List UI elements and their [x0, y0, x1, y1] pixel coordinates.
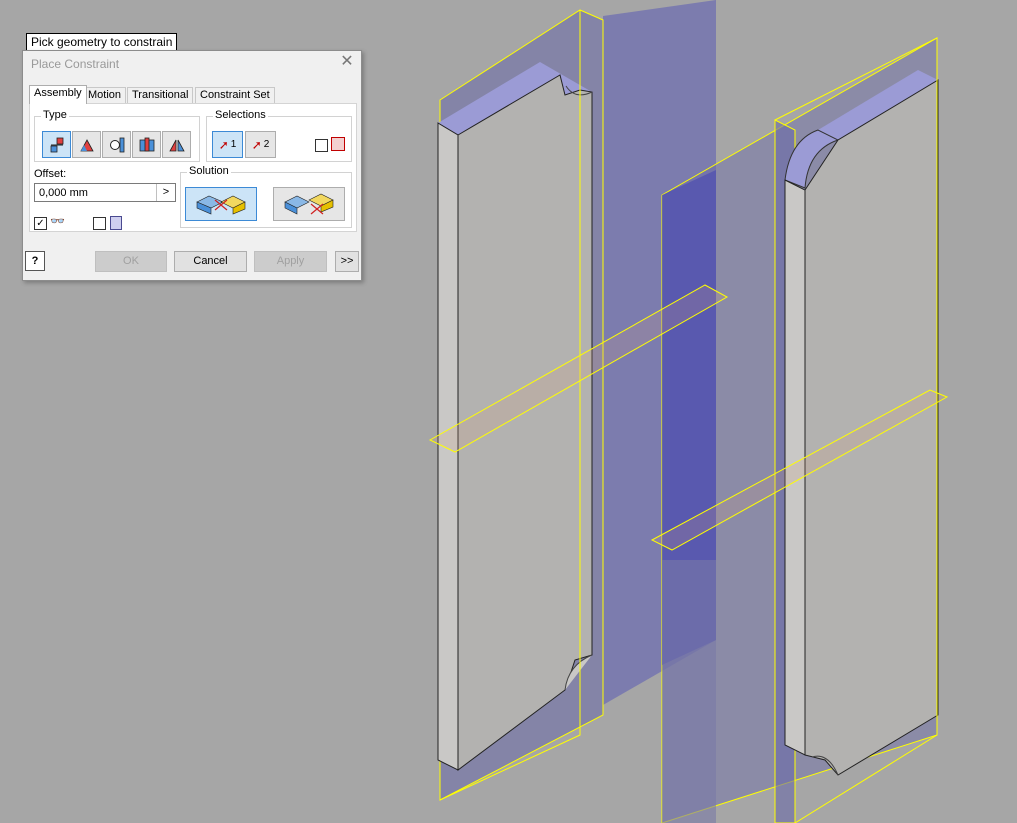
offset-arrow-button[interactable]: >	[156, 184, 175, 201]
symmetry-icon	[168, 139, 185, 151]
show-preview-checkbox[interactable]: ✓	[34, 217, 47, 230]
symmetry-constraint-button[interactable]	[162, 131, 191, 158]
pick-part-first-checkbox[interactable]	[315, 139, 328, 152]
apply-button[interactable]: Apply	[254, 251, 327, 272]
tab-assembly[interactable]: Assembly	[29, 85, 87, 104]
insert-constraint-button[interactable]	[132, 131, 161, 158]
predict-offset-checkbox[interactable]	[93, 217, 106, 230]
help-icon[interactable]: ?	[25, 251, 45, 271]
close-icon[interactable]: ✕	[339, 53, 355, 71]
work-plane-center-lower	[662, 560, 716, 823]
glasses-icon: 👓	[50, 214, 65, 228]
mate-constraint-button[interactable]	[42, 131, 71, 158]
solution-mate-button[interactable]	[185, 187, 257, 221]
tab-motion[interactable]: Motion	[83, 87, 127, 103]
cancel-button[interactable]: Cancel	[174, 251, 247, 272]
select-first-arrow-icon: ➚	[218, 137, 229, 152]
solution-mate-icon	[196, 195, 246, 215]
assembly-tab-panel: Type Selections ➚ 1 ➚ 2 Offset: 0,000 mm…	[29, 103, 357, 232]
second-selection-label: 2	[263, 139, 270, 150]
offset-label: Offset:	[34, 168, 67, 180]
type-group: Type	[34, 109, 200, 162]
second-selection-button[interactable]: ➚ 2	[245, 131, 276, 158]
tab-transitional[interactable]: Transitional	[127, 87, 194, 103]
solution-flush-button[interactable]	[273, 187, 345, 221]
solution-group-label: Solution	[187, 165, 231, 177]
angle-icon	[79, 138, 94, 151]
selections-group: Selections ➚ 1 ➚ 2	[206, 109, 352, 162]
offset-input[interactable]	[35, 184, 161, 201]
first-selection-button[interactable]: ➚ 1	[212, 131, 243, 158]
solution-flush-icon	[284, 193, 334, 215]
pick-part-first-icon	[331, 137, 345, 151]
type-group-label: Type	[41, 109, 69, 121]
dialog-title: Place Constraint	[31, 57, 120, 71]
selections-group-label: Selections	[213, 109, 268, 121]
predict-offset-icon	[110, 216, 122, 230]
offset-field[interactable]: >	[34, 183, 176, 202]
insert-icon	[139, 137, 154, 151]
first-selection-label: 1	[230, 139, 237, 150]
select-second-arrow-icon: ➚	[251, 137, 262, 152]
ok-button[interactable]: OK	[95, 251, 167, 272]
more-button[interactable]: >>	[335, 251, 359, 272]
pick-geometry-tooltip: Pick geometry to constrain	[26, 33, 178, 51]
tab-constraint-set[interactable]: Constraint Set	[195, 87, 275, 103]
angle-constraint-button[interactable]	[72, 131, 101, 158]
solution-group: Solution	[180, 165, 352, 228]
place-constraint-dialog: Place Constraint ✕ Assembly Motion Trans…	[22, 50, 362, 281]
mate-icon	[50, 137, 63, 152]
tangent-constraint-button[interactable]	[102, 131, 131, 158]
tangent-icon	[109, 137, 124, 152]
